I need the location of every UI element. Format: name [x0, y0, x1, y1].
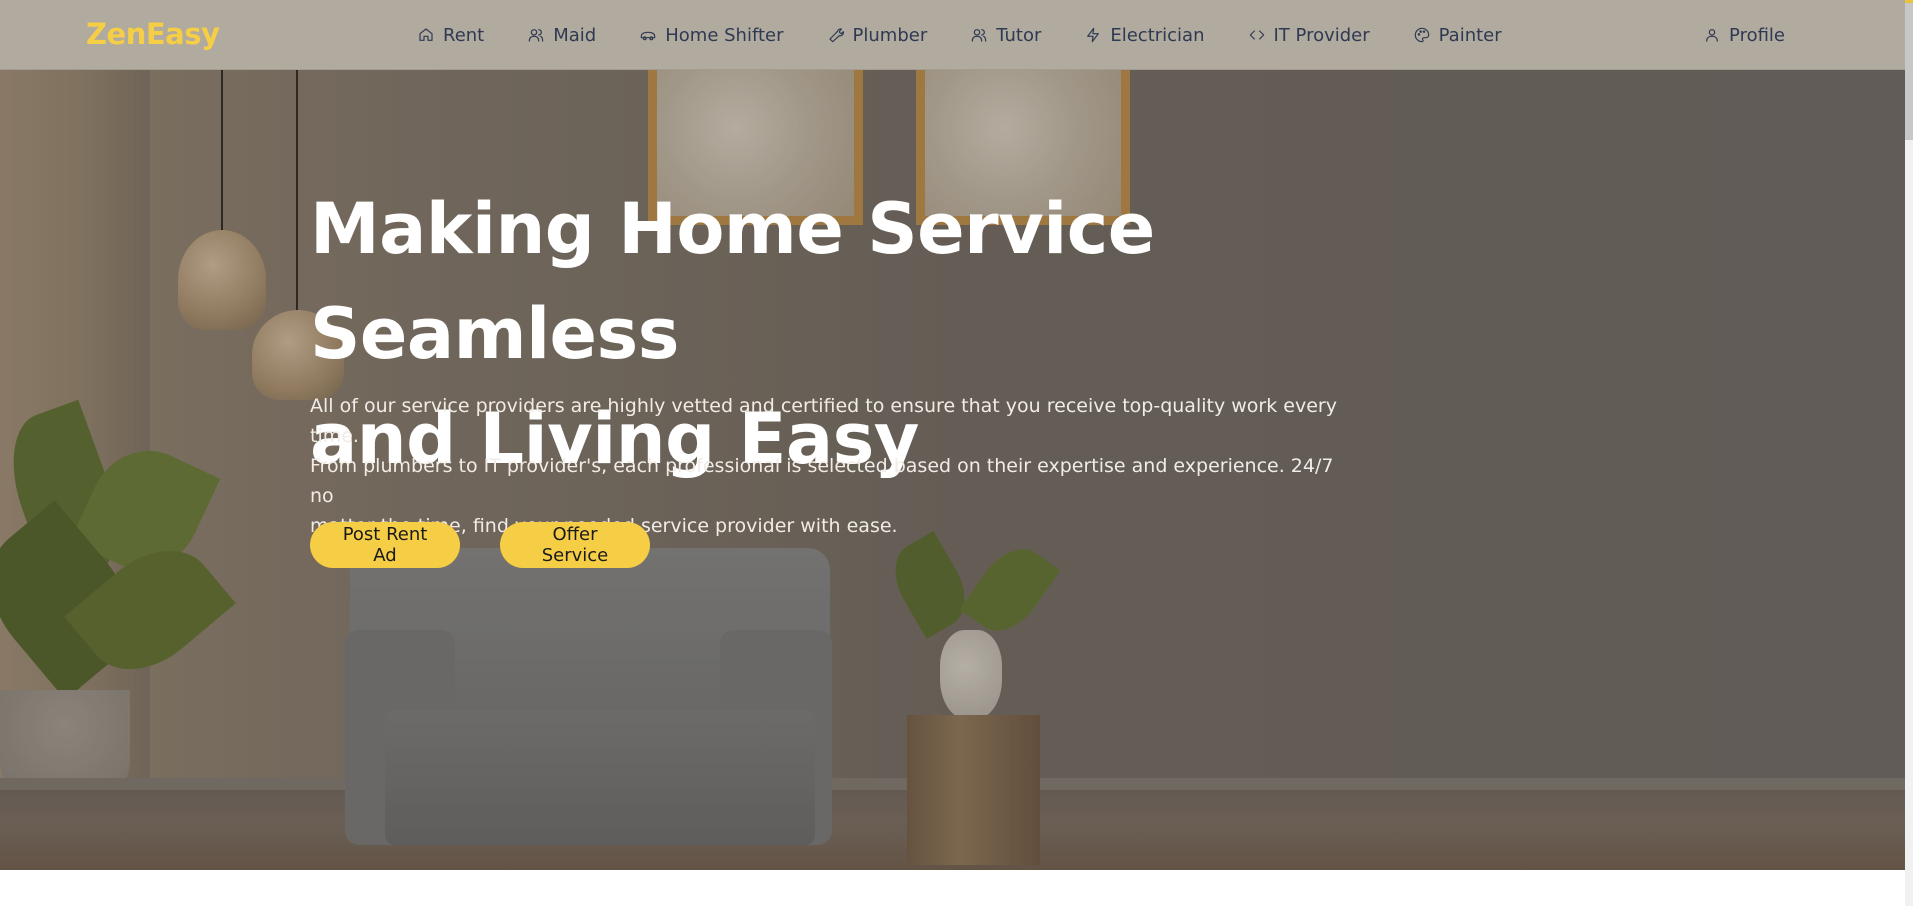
- offer-service-button[interactable]: Offer Service: [500, 522, 650, 568]
- nav-item-label: Rent: [443, 24, 485, 46]
- user-icon: [1706, 29, 1718, 42]
- nav-item-tutor[interactable]: Tutor: [971, 25, 1041, 46]
- nav-item-label: Plumber: [852, 24, 928, 46]
- nav-item-label: Electrician: [1110, 24, 1205, 46]
- nav-item-maid[interactable]: Maid: [528, 25, 596, 46]
- hero-description-line: From plumbers to IT provider's, each pro…: [310, 455, 1334, 507]
- users-icon: [528, 29, 544, 42]
- hero-description: All of our service providers are highly …: [310, 391, 1360, 541]
- wrench-icon: [828, 28, 844, 43]
- nav-item-label: Tutor: [996, 24, 1042, 46]
- nav-item-painter[interactable]: Painter: [1414, 25, 1502, 46]
- palette-icon: [1414, 27, 1429, 43]
- bolt-icon: [1087, 27, 1100, 43]
- truck-icon: [640, 31, 656, 41]
- post-rent-ad-button[interactable]: Post Rent Ad: [310, 522, 460, 568]
- home-icon: [419, 28, 433, 41]
- brand-logo[interactable]: ZenEasy: [86, 17, 220, 51]
- hero-description-line: matter the time, find your needed servic…: [310, 515, 898, 537]
- profile-link[interactable]: Profile: [1704, 0, 1785, 70]
- top-navbar: ZenEasy Rent Maid Home Shifter Plumber T…: [0, 0, 1905, 70]
- scrollbar-thumb[interactable]: [1905, 0, 1913, 140]
- nav-item-plumber[interactable]: Plumber: [828, 24, 928, 46]
- nav-item-electrician[interactable]: Electrician: [1085, 24, 1205, 46]
- page-scrollbar[interactable]: [1905, 0, 1913, 906]
- users-icon: [971, 29, 987, 42]
- hero-description-line: All of our service providers are highly …: [310, 395, 1337, 447]
- nav-item-label: IT Provider: [1273, 24, 1370, 46]
- code-icon: [1249, 30, 1264, 40]
- nav-item-rent[interactable]: Rent: [418, 25, 484, 46]
- profile-label: Profile: [1729, 24, 1785, 46]
- hero-title-line: Making Home Service Seamless: [310, 188, 1155, 375]
- nav-item-label: Home Shifter: [665, 24, 784, 46]
- nav-item-home-shifter[interactable]: Home Shifter: [640, 24, 784, 46]
- nav-item-it-provider[interactable]: IT Provider: [1249, 25, 1370, 46]
- main-nav: Rent Maid Home Shifter Plumber Tutor Ele…: [418, 0, 1546, 70]
- nav-item-label: Maid: [553, 24, 597, 46]
- nav-item-label: Painter: [1438, 24, 1502, 46]
